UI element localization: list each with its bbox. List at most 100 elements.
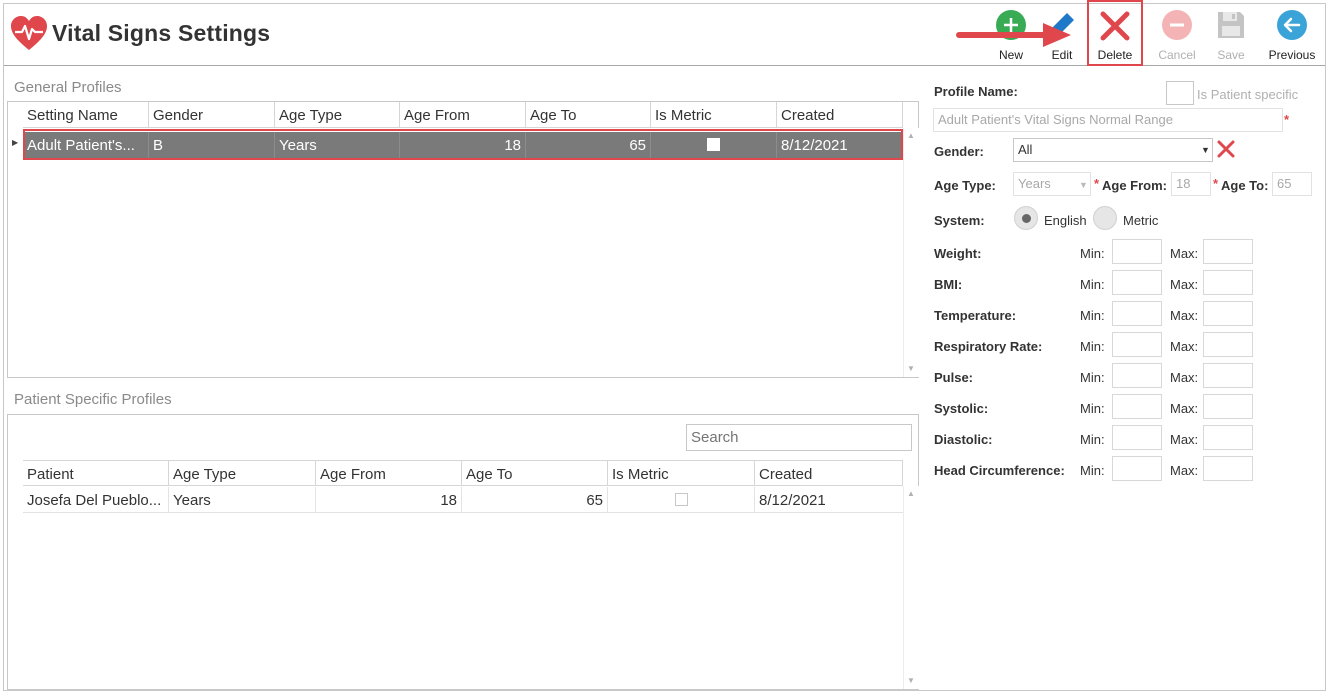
weight-max-label: Max: — [1170, 246, 1199, 261]
chevron-down-icon[interactable]: ▼ — [1079, 180, 1088, 190]
required-marker: * — [1094, 176, 1100, 191]
col-created[interactable]: Created — [777, 102, 903, 127]
col-created[interactable]: Created — [755, 461, 903, 485]
is-patient-specific-checkbox[interactable] — [1166, 81, 1194, 105]
weight-max-field[interactable] — [1203, 239, 1253, 264]
chevron-down-icon[interactable]: ▼ — [1201, 145, 1210, 155]
system-label: System: — [934, 213, 985, 228]
cell-created: 8/12/2021 — [759, 492, 826, 509]
pulse-min-field[interactable] — [1112, 363, 1162, 388]
respiratory-rate-min-label: Min: — [1080, 339, 1105, 354]
systolic-max-label: Max: — [1170, 401, 1199, 416]
col-gender[interactable]: Gender — [149, 102, 275, 127]
pulse-max-field[interactable] — [1203, 363, 1253, 388]
systolic-label: Systolic: — [934, 401, 989, 416]
bmi-max-label: Max: — [1170, 277, 1199, 292]
patient-grid-scrollbar[interactable]: ▲ ▼ — [903, 486, 919, 689]
profile-name-field[interactable]: Adult Patient's Vital Signs Normal Range — [933, 108, 1283, 132]
age-from-field[interactable]: 18 — [1171, 172, 1211, 196]
scroll-up-icon[interactable]: ▲ — [907, 131, 915, 140]
previous-button[interactable]: Previous — [1262, 6, 1322, 64]
page-title: Vital Signs Settings — [52, 20, 271, 46]
bmi-min-field[interactable] — [1112, 270, 1162, 295]
temperature-max-label: Max: — [1170, 308, 1199, 323]
new-label: New — [998, 48, 1023, 62]
head-circumference-max-field[interactable] — [1203, 456, 1253, 481]
respiratory-rate-min-field[interactable] — [1112, 332, 1162, 357]
arrow-left-circle-icon — [1277, 10, 1307, 40]
systolic-min-field[interactable] — [1112, 394, 1162, 419]
search-input[interactable] — [686, 424, 912, 451]
col-setting-name[interactable]: Setting Name — [23, 102, 149, 127]
head-circumference-label: Head Circumference: — [934, 463, 1065, 478]
scroll-up-icon[interactable]: ▲ — [907, 489, 915, 498]
edit-label: Edit — [1051, 48, 1073, 62]
profile-name-label: Profile Name: — [934, 84, 1018, 99]
gender-select[interactable]: All — [1013, 138, 1213, 162]
diastolic-max-field[interactable] — [1203, 425, 1253, 450]
col-age-type[interactable]: Age Type — [275, 102, 400, 127]
general-grid-scrollbar[interactable]: ▲ ▼ — [903, 128, 919, 377]
cell-is-metric — [608, 487, 755, 512]
general-grid-header: Setting Name Gender Age Type Age From Ag… — [23, 102, 903, 128]
age-to-label: Age To: — [1221, 178, 1269, 193]
diastolic-max-label: Max: — [1170, 432, 1199, 447]
gender-value: All — [1018, 142, 1033, 157]
weight-min-label: Min: — [1080, 246, 1105, 261]
temperature-min-field[interactable] — [1112, 301, 1162, 326]
head-circumference-min-label: Min: — [1080, 463, 1105, 478]
respiratory-rate-max-label: Max: — [1170, 339, 1199, 354]
col-is-metric[interactable]: Is Metric — [608, 461, 755, 485]
cell-age-from: 18 — [316, 487, 462, 512]
row-highlight-box — [23, 129, 903, 160]
system-metric-label: Metric — [1123, 213, 1159, 228]
system-english-radio[interactable] — [1014, 206, 1038, 230]
gender-label: Gender: — [934, 144, 984, 159]
cell-age-to: 65 — [462, 487, 608, 512]
pulse-max-label: Max: — [1170, 370, 1199, 385]
bmi-min-label: Min: — [1080, 277, 1105, 292]
respiratory-rate-max-field[interactable] — [1203, 332, 1253, 357]
required-marker: * — [1284, 112, 1290, 127]
col-is-metric[interactable]: Is Metric — [651, 102, 777, 127]
cancel-label: Cancel — [1158, 48, 1196, 62]
save-label: Save — [1217, 48, 1245, 62]
col-age-type[interactable]: Age Type — [169, 461, 316, 485]
is-metric-checkbox[interactable] — [674, 493, 688, 506]
pulse-label: Pulse: — [934, 370, 974, 385]
temperature-label: Temperature: — [934, 308, 1017, 323]
scroll-down-icon[interactable]: ▼ — [907, 364, 915, 373]
row-indicator-icon: ▶ — [12, 138, 19, 147]
cell-age-type: Years — [169, 487, 316, 512]
systolic-min-label: Min: — [1080, 401, 1105, 416]
col-age-to[interactable]: Age To — [462, 461, 608, 485]
diastolic-min-field[interactable] — [1112, 425, 1162, 450]
is-patient-specific-label: Is Patient specific — [1197, 87, 1299, 102]
temperature-min-label: Min: — [1080, 308, 1105, 323]
patient-grid-header: Patient Age Type Age From Age To Is Metr… — [23, 460, 903, 486]
respiratory-rate-label: Respiratory Rate: — [934, 339, 1043, 354]
scroll-down-icon[interactable]: ▼ — [907, 676, 915, 685]
minus-circle-icon — [1162, 10, 1192, 40]
bmi-label: BMI: — [934, 277, 963, 292]
patient-profiles-grid: Patient Age Type Age From Age To Is Metr… — [7, 414, 919, 690]
systolic-max-field[interactable] — [1203, 394, 1253, 419]
col-age-from[interactable]: Age From — [316, 461, 462, 485]
bmi-max-field[interactable] — [1203, 270, 1253, 295]
system-english-label: English — [1044, 213, 1087, 228]
temperature-max-field[interactable] — [1203, 301, 1253, 326]
general-profiles-title: General Profiles — [14, 79, 122, 96]
head-circumference-min-field[interactable] — [1112, 456, 1162, 481]
diastolic-min-label: Min: — [1080, 432, 1105, 447]
col-age-to[interactable]: Age To — [526, 102, 651, 127]
weight-min-field[interactable] — [1112, 239, 1162, 264]
cancel-button[interactable]: Cancel — [1152, 6, 1202, 64]
table-row[interactable]: Josefa Del Pueblo... Years 18 65 8/12/20… — [23, 487, 903, 513]
patient-profiles-title: Patient Specific Profiles — [14, 391, 172, 408]
col-age-from[interactable]: Age From — [400, 102, 526, 127]
clear-x-icon[interactable] — [1216, 139, 1236, 159]
age-to-field[interactable]: 65 — [1272, 172, 1312, 196]
col-patient[interactable]: Patient — [23, 461, 169, 485]
save-button[interactable]: Save — [1208, 6, 1254, 64]
system-metric-radio[interactable] — [1093, 206, 1117, 230]
